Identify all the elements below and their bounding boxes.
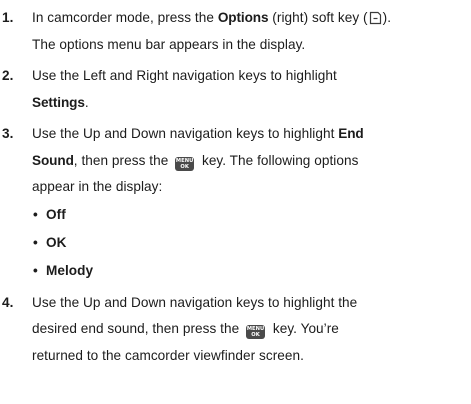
- menu-key-top-text: MENU: [175, 157, 194, 164]
- option-melody: • Melody: [32, 257, 471, 285]
- menu-key-bottom-text: OK: [251, 332, 260, 338]
- step-1-line-2: The options menu bar appears in the disp…: [32, 36, 306, 52]
- step-text: (right) soft key (: [268, 10, 368, 25]
- instruction-steps: 1. In camcorder mode, press the Options …: [0, 0, 471, 369]
- step-text: .: [84, 94, 89, 110]
- settings-label: Settings: [32, 94, 85, 110]
- end-sound-label: Sound: [32, 152, 74, 168]
- bullet: •: [33, 262, 38, 278]
- step-text: desired end sound, then press the: [32, 321, 244, 336]
- step-3-line-3: appear in the display:: [32, 179, 163, 194]
- menu-ok-key-icon: MENU OK: [175, 156, 195, 171]
- step-3-line-2: Sound, then press the MENU OK key. The fo…: [32, 148, 471, 175]
- step-2: 2. Use the Left and Right navigation key…: [0, 63, 471, 116]
- menu-ok-key-icon: MENU OK: [246, 325, 266, 339]
- step-text: key. The following options: [198, 152, 359, 168]
- step-3: 3. Use the Up and Down navigation keys t…: [0, 121, 471, 285]
- step-number: 4.: [2, 294, 14, 310]
- step-text: key. You’re: [269, 321, 339, 336]
- step-2-line-1: Use the Left and Right navigation keys t…: [32, 68, 337, 83]
- right-softkey-icon: [369, 11, 381, 25]
- options-label: Options: [217, 10, 269, 25]
- step-2-line-2: Settings.: [32, 90, 471, 117]
- step-4-line-1: Use the Up and Down navigation keys to h…: [32, 294, 358, 310]
- option-label: Off: [46, 206, 66, 222]
- option-off: • Off: [32, 201, 471, 229]
- step-3-line-1: Use the Up and Down navigation keys to h…: [32, 121, 471, 148]
- step-1: 1. In camcorder mode, press the Options …: [0, 5, 471, 58]
- step-4-line-3: returned to the camcorder viewfinder scr…: [32, 347, 304, 363]
- step-number: 1.: [2, 10, 14, 25]
- menu-key-bottom-text: OK: [180, 163, 189, 170]
- step-text: Use the Up and Down navigation keys to h…: [32, 126, 339, 141]
- bullet: •: [33, 234, 38, 250]
- option-ok: • OK: [32, 229, 471, 257]
- step-4-line-2: desired end sound, then press the MENU OK…: [32, 316, 471, 343]
- step-text: In camcorder mode, press the: [32, 10, 218, 25]
- step-text: ).: [382, 10, 392, 25]
- option-label: OK: [46, 234, 67, 250]
- step-number: 3.: [2, 126, 14, 141]
- step-text: , then press the: [73, 152, 173, 168]
- step-4: 4. Use the Up and Down navigation keys t…: [0, 290, 471, 370]
- bullet: •: [33, 206, 38, 222]
- end-sound-options-list: • Off • OK • Melody: [32, 201, 471, 285]
- option-label: Melody: [46, 262, 94, 278]
- end-sound-label: End: [338, 126, 364, 141]
- step-1-line-1: In camcorder mode, press the Options (ri…: [32, 5, 471, 32]
- step-number: 2.: [2, 68, 14, 83]
